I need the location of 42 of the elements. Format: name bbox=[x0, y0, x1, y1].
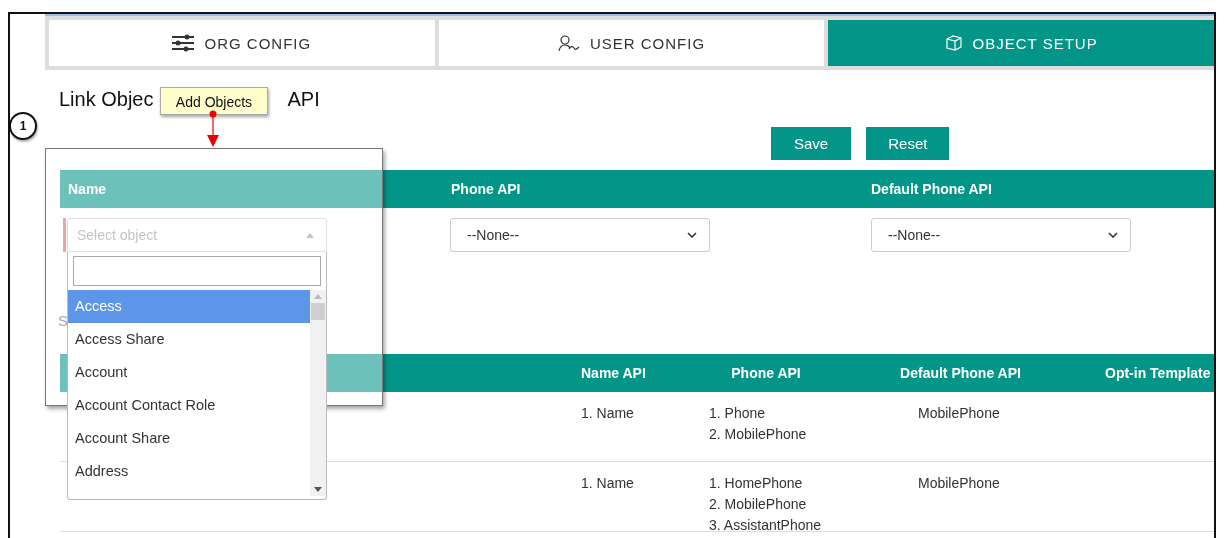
table-cell-text: MobilePhone bbox=[918, 404, 1000, 423]
section-label: S bbox=[58, 312, 68, 329]
callout-arrow bbox=[206, 110, 220, 148]
select-field[interactable]: --None-- bbox=[871, 218, 1131, 252]
page-title: API bbox=[287, 88, 320, 112]
scroll-thumb[interactable] bbox=[311, 303, 325, 320]
table-cell-text: 1. Name bbox=[580, 474, 635, 493]
action-button[interactable]: Save bbox=[771, 127, 852, 160]
page-title: Link Objec bbox=[59, 88, 154, 112]
tab[interactable]: OBJECT SETUP bbox=[828, 20, 1214, 66]
column-header: Default Phone API bbox=[899, 365, 1022, 381]
scrollbar[interactable] bbox=[310, 290, 326, 496]
table-cell-text: 1. Phone 2. MobilePhone bbox=[708, 404, 808, 444]
scroll-down-icon[interactable] bbox=[314, 487, 322, 492]
search-field[interactable] bbox=[73, 256, 321, 286]
table-cell-text: 1. Name bbox=[580, 404, 635, 423]
column-header: Name API bbox=[580, 365, 647, 381]
dropdown-option[interactable]: Account Contact Role bbox=[68, 389, 310, 422]
column-header: Phone API bbox=[730, 365, 802, 381]
callout-label: Add Objects bbox=[160, 87, 268, 115]
column-header: Opt-in Template bbox=[1104, 365, 1212, 381]
select-field[interactable]: --None-- bbox=[450, 218, 710, 252]
signature-icon bbox=[557, 34, 580, 52]
chevron-icon bbox=[1108, 232, 1118, 238]
column-header: Phone API bbox=[450, 181, 522, 197]
caret-icon bbox=[306, 232, 314, 238]
dropdown-option[interactable]: Address bbox=[68, 455, 310, 488]
cube-icon bbox=[944, 34, 963, 52]
table-cell-text: MobilePhone bbox=[918, 474, 1000, 493]
dropdown-option[interactable]: Account Share bbox=[68, 422, 310, 455]
tab[interactable]: USER CONFIG bbox=[438, 20, 825, 66]
action-button[interactable]: Reset bbox=[866, 127, 950, 160]
scroll-up-icon[interactable] bbox=[314, 294, 322, 299]
tab[interactable]: ORG CONFIG bbox=[49, 20, 435, 66]
dropdown-option[interactable]: Access Share bbox=[68, 323, 310, 356]
sliders-icon bbox=[172, 34, 195, 52]
dropdown-option[interactable]: Account bbox=[68, 356, 310, 389]
step-number: 1 bbox=[10, 112, 37, 140]
table-cell-text: 1. HomePhone 2. MobilePhone 3. AssistantPhone bbox=[708, 474, 823, 535]
column-header: Default Phone API bbox=[870, 181, 993, 197]
column-header: Name bbox=[67, 181, 108, 197]
chevron-icon bbox=[687, 232, 697, 238]
